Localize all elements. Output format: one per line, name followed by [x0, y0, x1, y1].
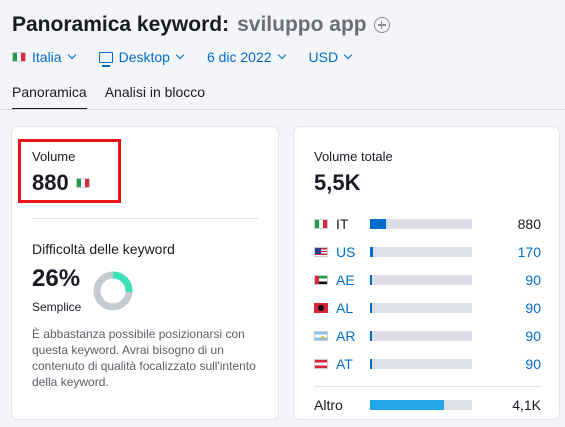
- country-row-ar: AR 90: [314, 322, 541, 350]
- other-countries-row: Altro 4,1K: [314, 391, 541, 419]
- device-filter-label: Desktop: [118, 49, 170, 65]
- filter-bar: Italia Desktop 6 dic 2022 USD: [12, 46, 565, 68]
- volume-bar-fill: [370, 359, 372, 369]
- chevron-down-icon: [277, 50, 286, 60]
- volume-bar: [370, 359, 472, 369]
- keyword-name: sviluppo app: [237, 13, 367, 36]
- title-row: Panoramica keyword: sviluppo app: [12, 10, 565, 40]
- chevron-down-icon: [175, 50, 185, 60]
- ar-flag-icon: [314, 331, 328, 341]
- desktop-monitor-icon: [98, 51, 113, 67]
- country-code-label[interactable]: AL: [336, 300, 353, 316]
- country-filter-label: Italia: [32, 49, 62, 65]
- volume-bar: [370, 219, 472, 229]
- country-code-label[interactable]: AT: [336, 356, 353, 372]
- difficulty-label: Difficoltà delle keyword: [32, 241, 175, 257]
- volume-bar: [370, 303, 472, 313]
- other-label: Altro: [314, 397, 343, 413]
- volume-bar: [370, 247, 472, 257]
- country-volume-value: 880: [517, 216, 541, 232]
- volume-bar: [370, 331, 472, 341]
- country-code: AE: [314, 272, 356, 288]
- country-code: AR: [314, 328, 356, 344]
- volume-bar-fill: [370, 219, 387, 229]
- tab-analisi-in-blocco[interactable]: Analisi in blocco: [105, 84, 205, 110]
- country-code: IT: [314, 216, 356, 232]
- volume-highlight-box: [18, 139, 121, 203]
- other-volume-bar-fill: [370, 400, 445, 410]
- country-volume-value[interactable]: 90: [525, 300, 541, 316]
- country-code: AL: [314, 300, 356, 316]
- device-filter[interactable]: Desktop: [98, 49, 185, 67]
- tabs-divider: [0, 109, 565, 110]
- tab-panoramica[interactable]: Panoramica: [12, 84, 87, 110]
- total-volume-card: Volume totale 5,5K IT 880 US 170 AE 90 AL 90 AR 9…: [294, 127, 559, 419]
- difficulty-donut-chart: [93, 271, 133, 311]
- country-volume-value[interactable]: 170: [518, 244, 541, 260]
- difficulty-level: Semplice: [32, 300, 82, 314]
- date-filter[interactable]: 6 dic 2022: [206, 49, 286, 65]
- volume-bar-fill: [370, 247, 374, 257]
- volume-bar-fill: [370, 331, 372, 341]
- country-code-label: IT: [336, 216, 349, 232]
- country-row-al: AL 90: [314, 294, 541, 322]
- italy-flag-icon: [12, 52, 26, 62]
- page-header: Panoramica keyword: sviluppo app Italia …: [12, 10, 565, 68]
- us-flag-icon: [314, 247, 328, 257]
- country-row-us: US 170: [314, 238, 541, 266]
- at-flag-icon: [314, 359, 328, 369]
- chevron-down-icon: [67, 50, 76, 60]
- chevron-down-icon: [343, 50, 353, 60]
- add-plus-icon[interactable]: [373, 17, 390, 33]
- country-filter[interactable]: Italia: [12, 49, 76, 65]
- country-code-label[interactable]: US: [336, 244, 355, 260]
- al-flag-icon: [314, 303, 328, 313]
- volume-bar-fill: [370, 303, 372, 313]
- card-divider: [32, 218, 258, 219]
- rows-divider: [314, 386, 541, 387]
- country-code: US: [314, 244, 356, 260]
- total-volume-value: 5,5K: [314, 170, 361, 195]
- country-row-at: AT 90: [314, 350, 541, 378]
- country-volume-value[interactable]: 90: [525, 272, 541, 288]
- country-volume-list: IT 880 US 170 AE 90 AL 90 AR 90 AT 90 Altro 4,1K: [314, 210, 541, 419]
- it-flag-icon: [314, 219, 328, 229]
- other-volume-value: 4,1K: [512, 397, 541, 413]
- country-volume-value[interactable]: 90: [525, 328, 541, 344]
- tab-bar: Panoramica Analisi in blocco: [12, 84, 223, 110]
- difficulty-description: È abbastanza possibile posizionarsi con …: [32, 327, 256, 389]
- ae-flag-icon: [314, 275, 328, 285]
- volume-card: Volume 880 Difficoltà delle keyword 26% …: [12, 127, 278, 419]
- volume-bar-fill: [370, 275, 372, 285]
- currency-filter[interactable]: USD: [308, 49, 353, 65]
- country-row-it: IT 880: [314, 210, 541, 238]
- other-volume-bar: [370, 400, 472, 410]
- volume-bar: [370, 275, 472, 285]
- total-volume-label: Volume totale: [314, 149, 393, 164]
- country-row-ae: AE 90: [314, 266, 541, 294]
- country-volume-value[interactable]: 90: [525, 356, 541, 372]
- difficulty-value: 26%: [32, 265, 81, 292]
- country-code: AT: [314, 356, 356, 372]
- page-title: Panoramica keyword:: [12, 13, 230, 36]
- currency-filter-label: USD: [308, 49, 339, 65]
- country-code-label[interactable]: AR: [336, 328, 355, 344]
- country-code-label[interactable]: AE: [336, 272, 355, 288]
- date-filter-label: 6 dic 2022: [206, 49, 272, 65]
